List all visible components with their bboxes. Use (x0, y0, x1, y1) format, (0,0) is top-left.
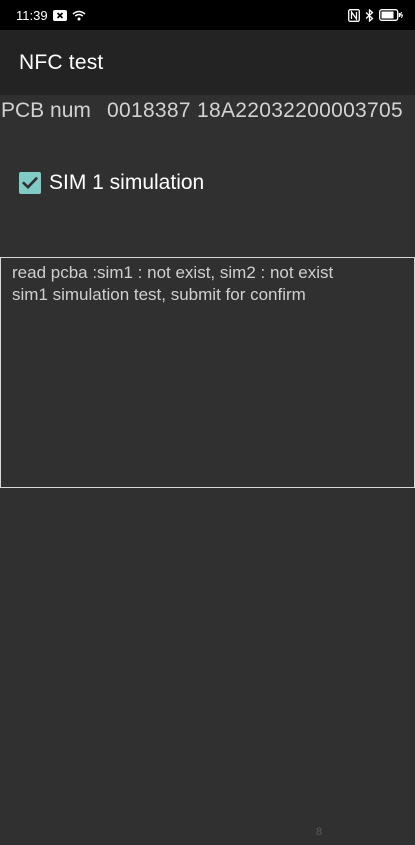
pcb-label: PCB num (1, 99, 91, 122)
app-bar: NFC test (0, 30, 415, 95)
bluetooth-icon (365, 8, 374, 22)
pcb-row: PCB num 0018387 18A22032200003705 (0, 97, 415, 124)
sim1-simulation-checkbox-row[interactable]: SIM 1 simulation (19, 171, 204, 195)
result-line: sim1 simulation test, submit for confirm (12, 285, 306, 304)
app-title: NFC test (19, 50, 104, 74)
checkmark-icon (22, 176, 38, 190)
pcb-value: 0018387 18A22032200003705 (107, 99, 403, 122)
sim1-simulation-checkbox[interactable] (19, 172, 41, 194)
sim1-simulation-label[interactable]: SIM 1 simulation (49, 171, 204, 195)
status-bar: 11:39 (0, 0, 415, 30)
result-line: read pcba :sim1 : not exist, sim2 : not … (12, 263, 334, 282)
wifi-icon (72, 10, 86, 21)
page-indicator: 8 (316, 826, 323, 838)
nfc-icon (348, 8, 360, 22)
status-time: 11:39 (16, 7, 48, 23)
status-left: 11:39 (16, 8, 86, 23)
battery-icon (379, 9, 403, 21)
status-right (348, 8, 403, 22)
notification-x-icon (52, 9, 67, 21)
result-text-area: read pcba :sim1 : not exist, sim2 : not … (0, 257, 415, 488)
